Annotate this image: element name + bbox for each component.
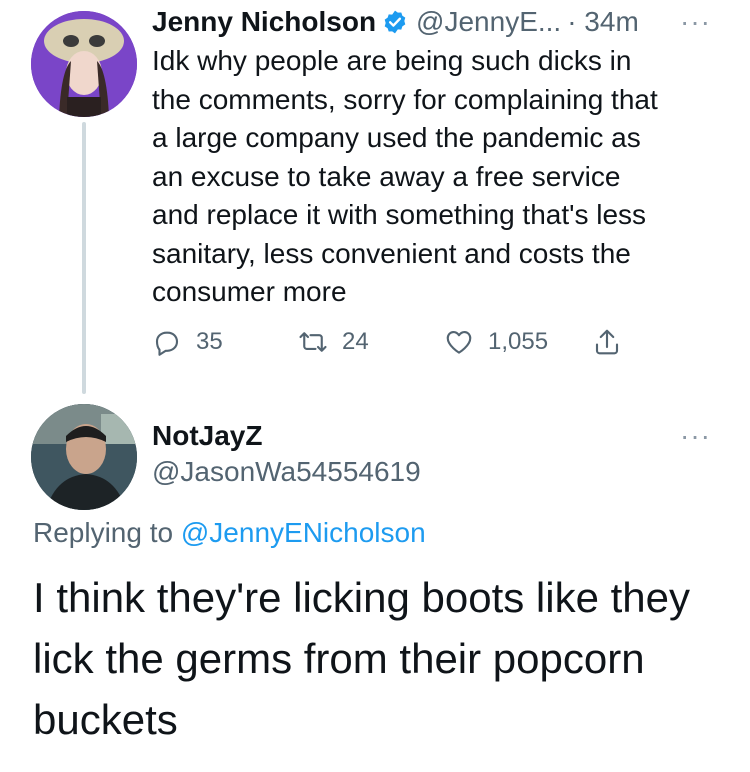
share-button[interactable] xyxy=(592,322,622,362)
more-options-icon[interactable]: ··· xyxy=(680,6,711,38)
retweet-icon xyxy=(299,332,327,352)
handle[interactable]: @JasonWa54554619 xyxy=(152,456,421,488)
timestamp[interactable]: · 34m xyxy=(567,6,639,38)
thread-line xyxy=(82,122,86,394)
verified-badge-icon xyxy=(384,10,406,34)
like-icon xyxy=(446,330,472,354)
reply-button[interactable]: 35 xyxy=(152,322,223,362)
avatar-jenny-nicholson[interactable] xyxy=(31,11,137,117)
avatar-notjayz[interactable] xyxy=(31,404,137,510)
replying-prefix: Replying to xyxy=(33,517,181,548)
display-name[interactable]: Jenny Nicholson xyxy=(152,6,376,38)
reply-count: 35 xyxy=(196,328,223,355)
avatar-image xyxy=(31,11,137,117)
replying-to: Replying to @JennyENicholson xyxy=(33,517,426,549)
handle[interactable]: @JennyE... xyxy=(416,6,561,38)
more-options-icon[interactable]: ··· xyxy=(680,420,711,452)
avatar-image xyxy=(31,404,137,510)
retweet-count: 24 xyxy=(342,328,369,355)
like-count: 1,055 xyxy=(488,328,549,355)
tweet-text: I think they're licking boots like they … xyxy=(33,574,691,743)
tweet-text: Idk why people are being such dicks in t… xyxy=(152,45,658,307)
tweet-header: Jenny Nicholson @JennyE... · 34m xyxy=(152,4,639,40)
display-name[interactable]: NotJayZ xyxy=(152,420,262,452)
reply-icon xyxy=(155,331,179,356)
share-icon xyxy=(595,329,619,355)
retweet-button[interactable]: 24 xyxy=(298,322,369,362)
replying-handle-link[interactable]: @JennyENicholson xyxy=(181,517,426,548)
like-button[interactable]: 1,055 xyxy=(444,322,548,362)
